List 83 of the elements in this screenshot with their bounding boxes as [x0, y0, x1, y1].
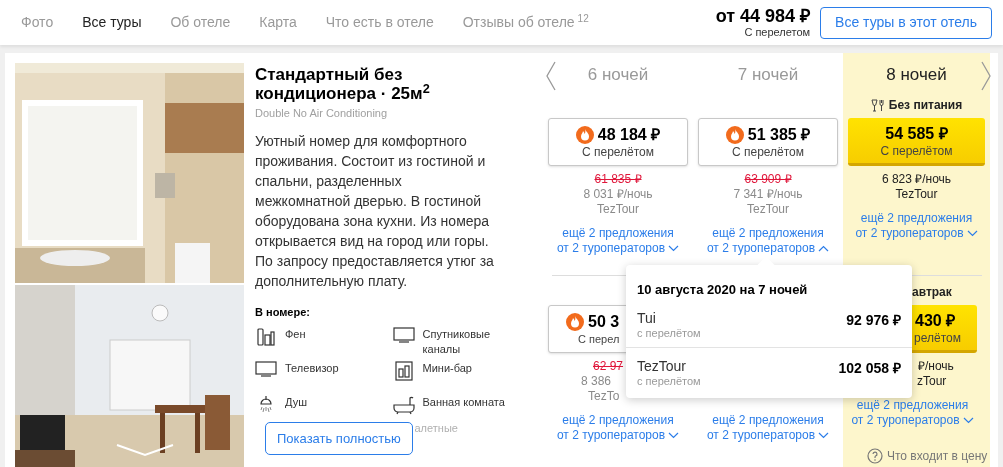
offer-price: 92 976 ₽ — [846, 310, 901, 330]
nights-tab[interactable]: 8 ночей — [843, 53, 990, 97]
nav-tab[interactable]: Фото — [21, 12, 54, 33]
operators-link[interactable]: от 2 туроператоров — [556, 241, 680, 256]
price-amount: 430 ₽ — [915, 310, 956, 331]
bathtub-icon — [392, 394, 415, 415]
tour-operator: zTour — [917, 374, 947, 389]
tv-icon — [392, 326, 415, 343]
operators-link[interactable]: от 2 туроператоров — [556, 428, 680, 443]
toiletries-icon — [256, 326, 276, 347]
minibar-icon — [394, 360, 413, 381]
nights-tab[interactable]: 6 ночей — [543, 53, 693, 97]
price-per-night: 8 031 ₽/ночь — [583, 187, 653, 202]
operators-link[interactable]: от 2 туроператоров — [855, 226, 978, 241]
price-per-night: ₽/ночь — [918, 359, 954, 374]
offer-operator: TezTour — [637, 357, 688, 374]
nav-tab[interactable]: Об отеле — [170, 12, 231, 33]
nav-tab[interactable]: Все туры — [82, 12, 142, 33]
price-note: С перелётом — [581, 145, 655, 159]
shower-icon — [257, 394, 275, 415]
price-button[interactable]: 54 585 ₽ С перелётом — [848, 118, 985, 166]
price-info-link[interactable]: Что входит в цену — [887, 447, 988, 465]
operators-link[interactable]: от 2 туроператоров — [706, 428, 830, 443]
old-price: 61 835 ₽ — [594, 172, 642, 187]
more-offers-link[interactable]: ещё 2 предложения — [856, 398, 969, 413]
price-amount: 54 585 ₽ — [885, 123, 948, 144]
chevron-left-icon[interactable] — [545, 61, 557, 91]
amenity-label: Душ — [285, 394, 309, 410]
price-amount: 51 385 ₽ — [747, 125, 811, 145]
nav-tab[interactable]: Что есть в отеле — [325, 12, 434, 33]
min-price: от 44 984 ₽ — [715, 6, 811, 26]
amenity-label: Фен — [285, 326, 307, 342]
offer-note: с перелётом — [637, 373, 701, 389]
more-offers-link[interactable]: ещё 2 предложения — [562, 226, 674, 241]
tour-operator: TezTo — [588, 389, 620, 404]
price-per-night: 7 341 ₽/ночь — [733, 187, 803, 202]
nav-tab[interactable]: Карта — [259, 12, 297, 33]
amenity-label: Мини-бар — [422, 360, 473, 376]
operators-link[interactable]: от 2 туроператоров — [706, 241, 830, 256]
faded-amenity-label: алетные — [413, 420, 459, 436]
popover-title: 10 августа 2020 на 7 ночей — [636, 281, 809, 299]
all-tours-button[interactable]: Все туры в этот отель — [820, 6, 992, 39]
tour-operator: TezTour — [747, 202, 789, 217]
tour-operator: TezTour — [597, 202, 639, 217]
amenities-heading: В номере: — [255, 305, 311, 320]
show-more-button[interactable]: Показать полностью — [265, 422, 413, 455]
old-price: 62 97 — [593, 359, 624, 374]
room-subtitle: Double No Air Conditioning — [255, 106, 389, 120]
price-button[interactable]: 48 184 ₽ С перелётом — [548, 118, 688, 166]
price-amount: 50 3 — [588, 312, 620, 332]
offer-operator: Tui — [637, 309, 657, 326]
nights-tab[interactable]: 7 ночей — [693, 53, 843, 97]
price-button[interactable]: 51 385 ₽ С перелётом — [698, 118, 838, 166]
tour-operator: TezTour — [895, 187, 938, 202]
min-price-note: С перелетом — [744, 26, 811, 39]
more-offers-link[interactable]: ещё 2 предложения — [562, 413, 674, 428]
offer-price: 102 058 ₽ — [838, 358, 901, 378]
more-offers-link[interactable]: ещё 2 предложения — [712, 413, 824, 428]
price-amount: 48 184 ₽ — [597, 125, 661, 145]
price-per-night: 6 823 ₽/ночь — [881, 172, 952, 187]
chevron-right-icon[interactable] — [980, 61, 992, 91]
old-price: 63 909 ₽ — [744, 172, 792, 187]
more-offers-link[interactable]: ещё 2 предложения — [712, 226, 824, 241]
amenity-label: Телевизор — [285, 360, 340, 376]
chevron-down-icon[interactable] — [115, 443, 175, 457]
operators-link[interactable]: от 2 туроператоров — [851, 413, 974, 428]
amenity-label: Ванная комната — [422, 394, 506, 410]
amenity-label: Спутниковые каналы — [422, 326, 492, 357]
fork-glass-icon — [870, 98, 885, 112]
price-note: С перелётом — [731, 145, 805, 159]
price-per-night: 8 386 — [581, 374, 612, 389]
meal-label: Без питания — [888, 97, 963, 114]
tv-icon — [255, 360, 277, 377]
help-icon — [867, 448, 883, 464]
price-note: С перелётом — [880, 143, 953, 158]
offer-row[interactable]: Tui с перелётом 92 976 ₽ — [626, 309, 912, 348]
nav-tab[interactable]: Отзывы об отеле $^{12}$ — [462, 12, 589, 33]
room-title: Стандартный без кондиционера · 25м$^{2}$ — [255, 65, 431, 103]
price-note: С перел — [578, 332, 620, 346]
room-description: Уютный номер для комфортного проживания. Состоит из гостиной и спальни, разделенных межкомнатной дверью. В гостиной оборудована зона кухни. Из номера открывается вид на город или горы. По запросу предоставляется утюг за дополнительную плату. — [255, 132, 495, 291]
meal-label: автрак — [912, 284, 952, 301]
price-note: релётом — [914, 330, 961, 345]
more-offers-link[interactable]: ещё 2 предложения — [860, 211, 973, 226]
